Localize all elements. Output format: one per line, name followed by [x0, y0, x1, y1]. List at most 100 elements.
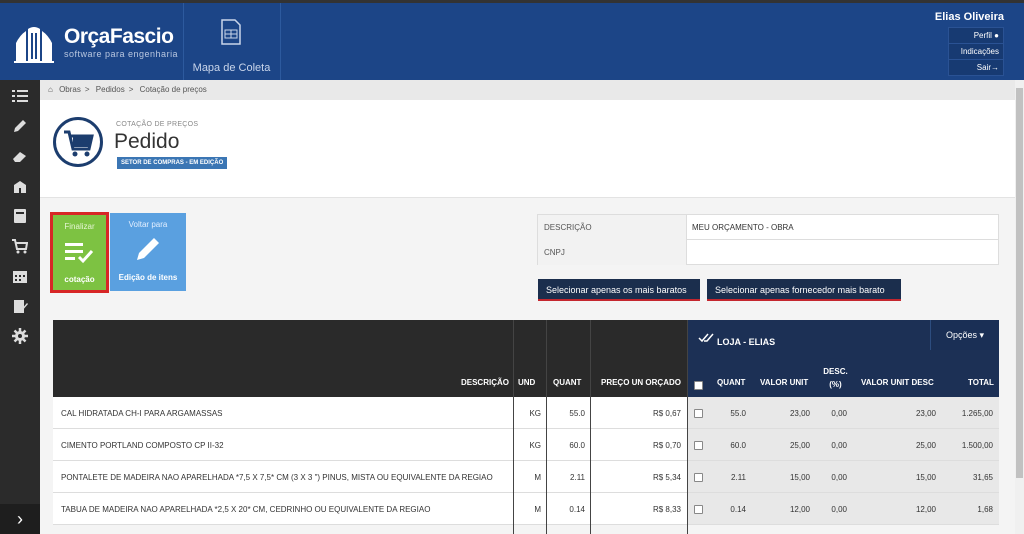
indicacoes-link[interactable]: Indicações: [949, 43, 1003, 59]
app-window: OrçaFascio software para engenharia Mapa…: [0, 0, 1024, 534]
double-check-icon: [698, 333, 714, 343]
column-divider: [687, 320, 688, 534]
brand-logo[interactable]: OrçaFascio software para engenharia: [12, 21, 182, 65]
finalizar-cotacao-button[interactable]: Finalizar cotação: [50, 212, 109, 293]
col-s-valor-desc: VALOR UNIT DESC: [861, 378, 934, 387]
eraser-icon[interactable]: [12, 148, 28, 164]
voltar-edicao-button[interactable]: Voltar para Edição de itens: [110, 213, 186, 291]
col-descricao: DESCRIÇÃO: [460, 378, 509, 387]
pencil-icon[interactable]: [12, 118, 28, 134]
gear-icon[interactable]: [12, 328, 28, 344]
cell-quant: 0.14: [569, 505, 585, 514]
calendar-icon[interactable]: [12, 268, 28, 284]
select-all-checkbox[interactable]: [694, 381, 703, 390]
table-row: TABUA DE MADEIRA NAO APARELHADA *2,5 X 2…: [53, 493, 999, 525]
cell-quant: 60.0: [569, 441, 585, 450]
cell-s-valor: 12,00: [789, 505, 810, 514]
cell-preco: R$ 0,70: [652, 441, 681, 450]
cell-und: KG: [529, 441, 541, 450]
sidebar: ›: [0, 80, 40, 534]
pencil-icon: [137, 238, 159, 260]
cell-s-valor: 15,00: [789, 473, 810, 482]
sidebar-expand-button[interactable]: ›: [0, 504, 40, 534]
building-logo-icon: [14, 27, 54, 63]
clipboard-edit-icon[interactable]: [12, 298, 28, 314]
cell-descricao: CIMENTO PORTLAND COMPOSTO CP II-32: [61, 441, 224, 450]
col-s-total: TOTAL: [968, 378, 994, 387]
cell-descricao: TABUA DE MADEIRA NAO APARELHADA *2,5 X 2…: [61, 505, 431, 514]
col-und: UND: [518, 378, 536, 387]
mapa-coleta-label: Mapa de Coleta: [192, 62, 271, 74]
perfil-link[interactable]: Perfil ●: [949, 28, 1003, 43]
cart-icon: [53, 117, 103, 167]
chevron-right-icon: ›: [17, 509, 23, 529]
page-scrollbar[interactable]: [1015, 80, 1024, 534]
cell-und: KG: [529, 409, 541, 418]
user-name: Elias Oliveira: [934, 11, 1004, 23]
select-cheapest-button[interactable]: Selecionar apenas os mais baratos: [538, 279, 700, 301]
sair-link[interactable]: Sair→: [949, 59, 1003, 75]
top-navbar: OrçaFascio software para engenharia Mapa…: [0, 0, 1024, 83]
options-dropdown[interactable]: Opções ▾: [930, 320, 999, 350]
scrollbar-thumb[interactable]: [1016, 88, 1023, 478]
cart-icon[interactable]: [12, 238, 28, 254]
cell-s-valor: 25,00: [789, 441, 810, 450]
cell-s-total: 1,68: [977, 505, 993, 514]
cell-s-total: 1.265,00: [961, 409, 993, 418]
nav-divider: [280, 3, 281, 83]
row-checkbox[interactable]: [694, 409, 703, 418]
cell-s-desc: 0,00: [831, 473, 847, 482]
select-cheapest-supplier-button[interactable]: Selecionar apenas fornecedor mais barato: [707, 279, 901, 301]
spreadsheet-icon: [221, 19, 241, 45]
mapa-coleta-button[interactable]: Mapa de Coleta: [183, 3, 280, 83]
cell-quant: 2.11: [570, 473, 585, 482]
cell-s-quant: 2.11: [731, 473, 746, 482]
cell-s-desc: 0,00: [831, 409, 847, 418]
table-row: CAL HIDRATADA CH-I PARA ARGAMASSAS KG 55.0…: [53, 397, 999, 429]
caret-down-icon: ▾: [979, 330, 985, 340]
user-dropdown: Perfil ● Indicações Sair→: [948, 27, 1004, 76]
cell-s-quant: 55.0: [730, 409, 746, 418]
breadcrumb-obras[interactable]: Obras: [59, 85, 81, 94]
home-icon[interactable]: ⌂: [48, 85, 53, 94]
user-icon: ●: [994, 31, 999, 40]
cell-s-desc: 0,00: [831, 505, 847, 514]
cell-s-total: 1.500,00: [961, 441, 993, 450]
page-subtitle: COTAÇÃO DE PREÇOS: [116, 121, 199, 128]
descricao-row: DESCRIÇÃO MEU ORÇAMENTO - OBRA: [538, 215, 998, 240]
cell-s-valor-desc: 23,00: [915, 409, 936, 418]
descricao-value: MEU ORÇAMENTO - OBRA: [692, 223, 794, 232]
cell-descricao: PONTALETE DE MADEIRA NAO APARELHADA *7,5…: [61, 473, 493, 482]
list-check-icon: [65, 243, 94, 264]
column-divider: [513, 320, 514, 534]
cnpj-label: CNPJ: [538, 240, 687, 265]
voltar-label: Voltar para: [128, 220, 168, 229]
col-s-valor: VALOR UNIT: [760, 378, 809, 387]
table-row: CIMENTO PORTLAND COMPOSTO CP II-32 KG 60.0…: [53, 429, 999, 461]
building-icon[interactable]: [12, 178, 28, 194]
column-divider: [546, 320, 547, 534]
supplier-name: LOJA - ELIAS: [717, 337, 776, 347]
list-icon[interactable]: [12, 88, 28, 104]
cell-s-valor-desc: 25,00: [915, 441, 936, 450]
brand-name: OrçaFascio: [64, 25, 174, 48]
info-panel: DESCRIÇÃO MEU ORÇAMENTO - OBRA CNPJ: [537, 214, 999, 265]
table-row: PONTALETE DE MADEIRA NAO APARELHADA *7,5…: [53, 461, 999, 493]
finalizar-label: Finalizar: [64, 222, 95, 231]
logout-icon: →: [991, 63, 999, 72]
cell-quant: 55.0: [569, 409, 585, 418]
cell-und: M: [534, 505, 541, 514]
cell-s-valor-desc: 15,00: [915, 473, 936, 482]
brand-tagline: software para engenharia: [64, 49, 179, 59]
breadcrumb-cotacao: Cotação de preços: [139, 85, 207, 94]
row-checkbox[interactable]: [694, 441, 703, 450]
cell-s-desc: 0,00: [831, 441, 847, 450]
page-header: COTAÇÃO DE PREÇOS Pedido SETOR DE COMPRA…: [40, 100, 1015, 198]
cell-preco: R$ 8,33: [652, 505, 681, 514]
book-icon[interactable]: [12, 208, 28, 224]
breadcrumb-pedidos[interactable]: Pedidos: [96, 85, 125, 94]
row-checkbox[interactable]: [694, 473, 703, 482]
cell-s-quant: 60.0: [730, 441, 746, 450]
col-s-desc: DESC. (%): [823, 367, 848, 389]
row-checkbox[interactable]: [694, 505, 703, 514]
